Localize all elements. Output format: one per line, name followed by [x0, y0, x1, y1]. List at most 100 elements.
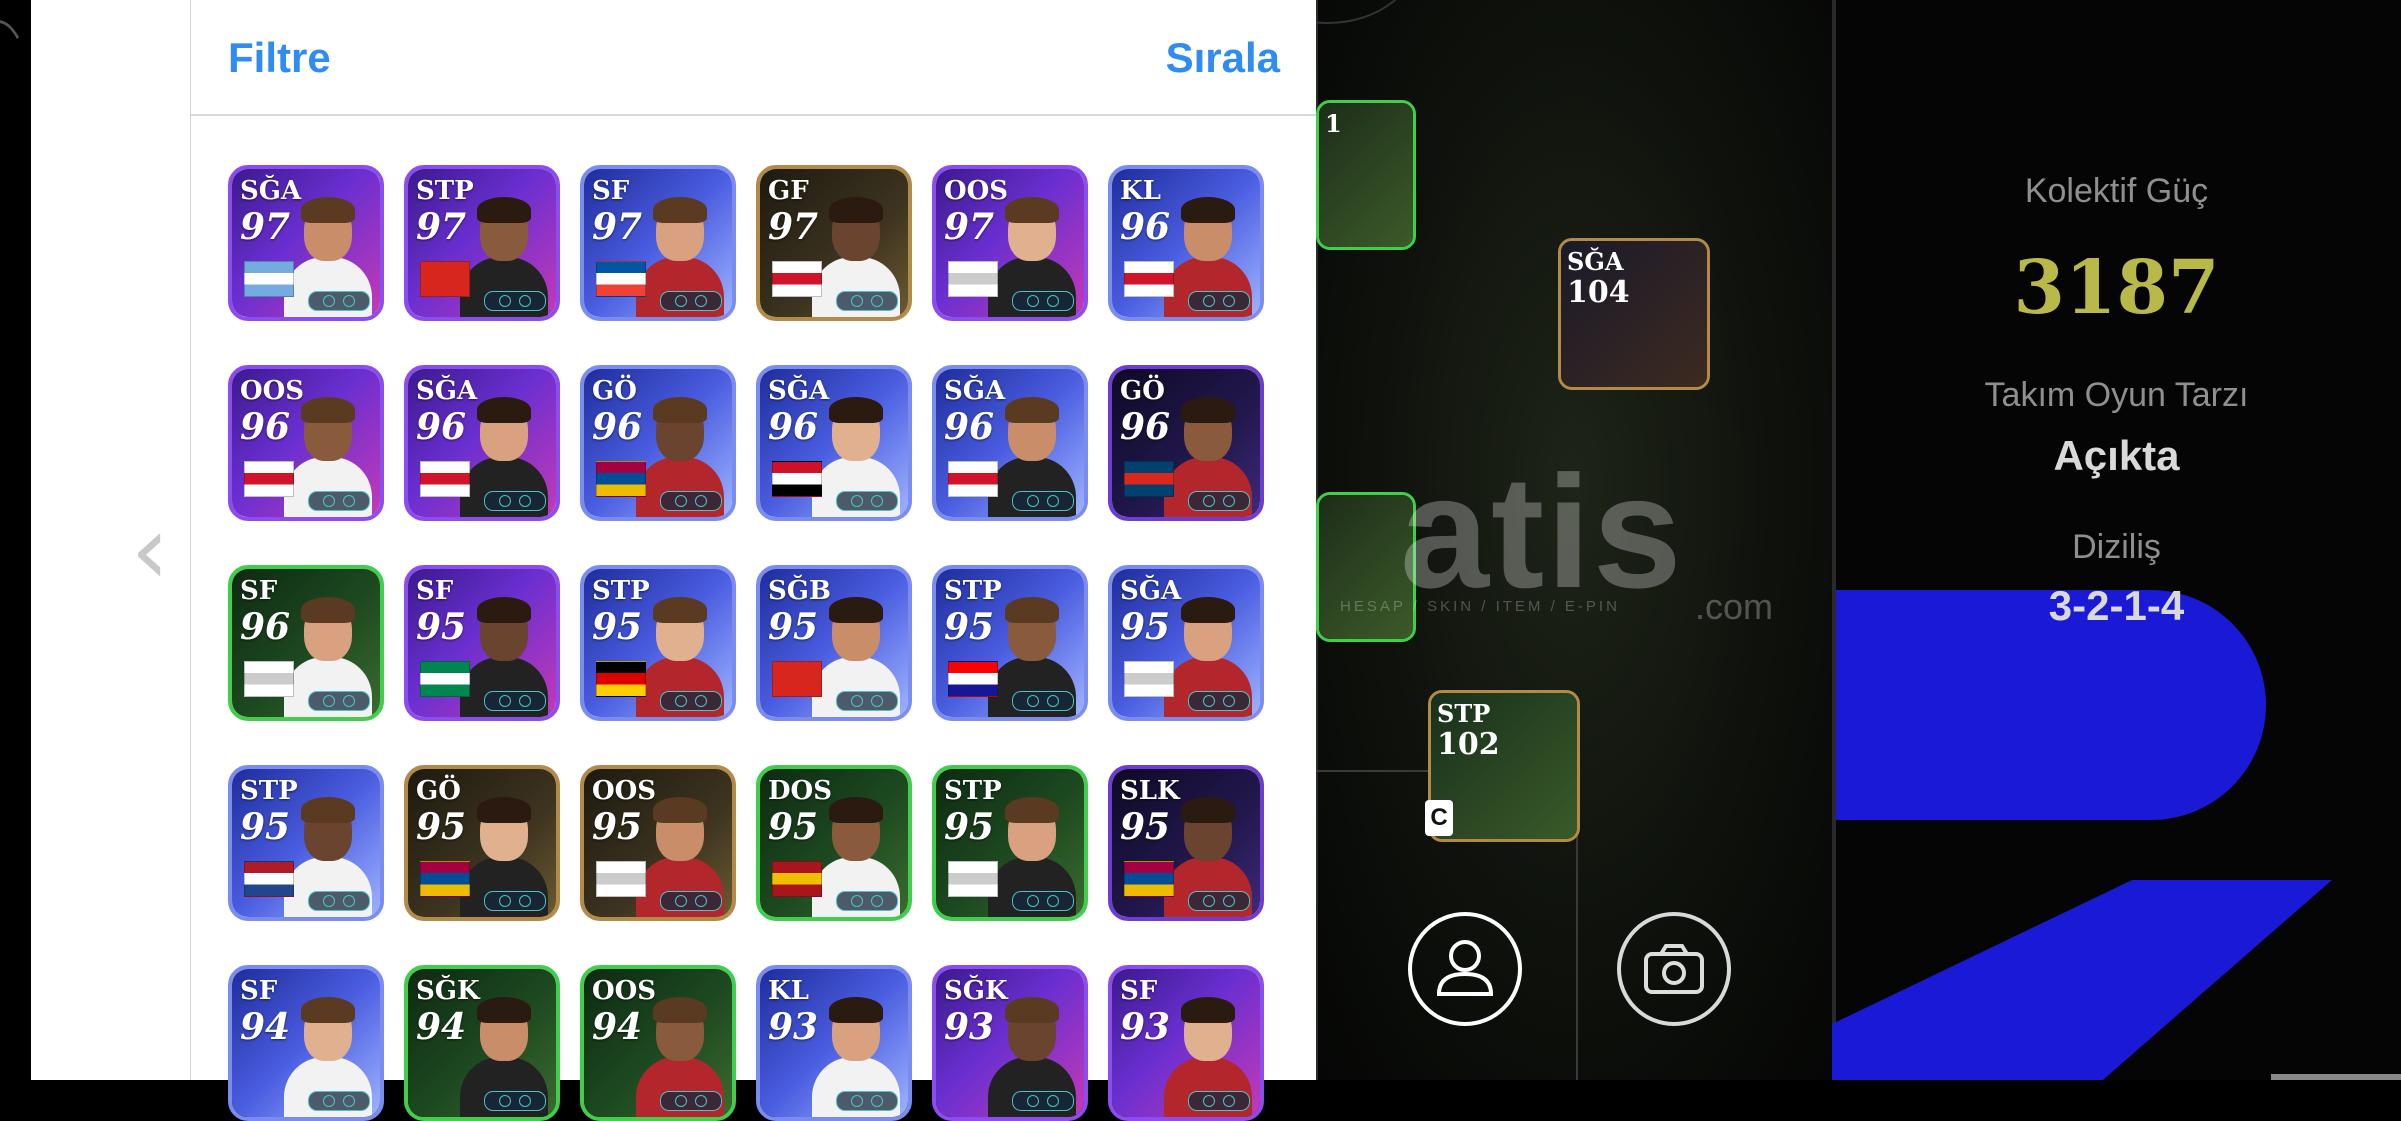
arsenal-flag-icon: [420, 261, 470, 297]
player-card[interactable]: SĞA 95: [1108, 565, 1264, 721]
nigeria-flag-icon: [420, 661, 470, 697]
card-position: GF: [768, 176, 809, 206]
card-position: KL: [768, 976, 809, 1006]
club-flag-icon: [1124, 661, 1174, 697]
card-skill-indicator: [484, 291, 546, 311]
card-position: SF: [592, 176, 630, 206]
player-card[interactable]: SF 95: [404, 565, 560, 721]
watermark-subtitle: HESAP / SKIN / ITEM / E-PIN: [1340, 598, 1620, 615]
player-card[interactable]: STP 95: [932, 765, 1088, 921]
player-card[interactable]: SF 94: [228, 965, 384, 1121]
player-card[interactable]: KL 96: [1108, 165, 1264, 321]
player-card[interactable]: STP 95: [580, 565, 736, 721]
egypt-flag-icon: [772, 461, 822, 497]
player-card[interactable]: SĞK 93: [932, 965, 1088, 1121]
player-card[interactable]: STP 95: [228, 765, 384, 921]
card-skill-indicator: [484, 1091, 546, 1111]
card-skill-indicator: [1188, 1091, 1250, 1111]
card-position: GÖ: [416, 776, 461, 806]
card-skill-indicator: [1188, 491, 1250, 511]
card-position: SF: [1120, 976, 1158, 1006]
panel-header: Filtre Sırala: [191, 0, 1317, 116]
barcelona-flag-icon: [1124, 861, 1174, 897]
argentina-flag-icon: [244, 261, 294, 297]
player-card[interactable]: STP 95: [932, 565, 1088, 721]
player-card[interactable]: DOS 95: [756, 765, 912, 921]
england-flag-icon: [420, 461, 470, 497]
card-position: SĞK: [416, 976, 480, 1006]
player-card[interactable]: KL 93: [756, 965, 912, 1121]
card-position: STP: [240, 776, 298, 806]
sort-button[interactable]: Sırala: [1166, 34, 1280, 82]
england-flag-icon: [1124, 261, 1174, 297]
card-skill-indicator: [836, 291, 898, 311]
filter-button[interactable]: Filtre: [228, 34, 331, 82]
formation-label: Diziliş: [2072, 528, 2161, 566]
card-skill-indicator: [1012, 291, 1074, 311]
player-card[interactable]: SĞA 96: [404, 365, 560, 521]
player-card[interactable]: SĞB 95: [756, 565, 912, 721]
spain-flag-icon: [772, 861, 822, 897]
player-card[interactable]: SLK 95: [1108, 765, 1264, 921]
camera-button[interactable]: [1617, 912, 1731, 1026]
collective-power-label: Kolektif Güç: [2024, 172, 2209, 210]
pitch-player-card[interactable]: 1: [1316, 100, 1416, 250]
club-flag-icon: [596, 861, 646, 897]
france-flag-icon: [596, 261, 646, 297]
card-position: OOS: [592, 976, 657, 1006]
germany-flag-icon: [596, 661, 646, 697]
card-skill-indicator: [660, 1091, 722, 1111]
player-card[interactable]: SĞA 96: [756, 365, 912, 521]
card-rating: 96: [1120, 406, 1171, 448]
card-position: SĞA: [944, 376, 1006, 406]
card-position: DOS: [768, 776, 832, 806]
player-card[interactable]: GÖ 96: [1108, 365, 1264, 521]
player-card[interactable]: SĞA 97: [228, 165, 384, 321]
card-rating: 95: [1120, 606, 1171, 648]
card-rating: 96: [240, 406, 291, 448]
player-card[interactable]: GÖ 96: [580, 365, 736, 521]
psg-flag-icon: [1124, 461, 1174, 497]
player-card[interactable]: STP 97: [404, 165, 560, 321]
card-skill-indicator: [1188, 291, 1250, 311]
card-rating: 95: [416, 806, 467, 848]
card-skill-indicator: [308, 291, 370, 311]
card-position: SĞA: [768, 376, 830, 406]
card-position: SF: [240, 976, 278, 1006]
player-card[interactable]: SF 97: [580, 165, 736, 321]
card-position: STP: [416, 176, 474, 206]
player-card[interactable]: OOS 95: [580, 765, 736, 921]
card-rating: 95: [944, 806, 995, 848]
card-skill-indicator: [308, 691, 370, 711]
card-skill-indicator: [484, 891, 546, 911]
profile-button[interactable]: [1408, 912, 1522, 1026]
person-icon: [1436, 940, 1494, 996]
barcelona-flag-icon: [420, 861, 470, 897]
card-skill-indicator: [660, 291, 722, 311]
card-position: STP: [592, 576, 650, 606]
player-card[interactable]: SĞK 94: [404, 965, 560, 1121]
card-rating: 102: [1437, 727, 1500, 762]
player-card[interactable]: GÖ 95: [404, 765, 560, 921]
card-rating: 97: [944, 206, 995, 248]
chevron-left-icon[interactable]: ‹: [125, 495, 175, 605]
card-rating: 97: [592, 206, 643, 248]
card-rating: 96: [768, 406, 819, 448]
player-card[interactable]: OOS 94: [580, 965, 736, 1121]
player-card[interactable]: GF 97: [756, 165, 912, 321]
player-card[interactable]: SF 93: [1108, 965, 1264, 1121]
card-rating: 95: [768, 606, 819, 648]
card-rating: 96: [944, 406, 995, 448]
card-rating: 93: [1120, 1006, 1171, 1048]
team-stats-panel: Kolektif Güç 3187 Takım Oyun Tarzı Açıkt…: [1832, 0, 2401, 1080]
home-indicator: [2271, 1074, 2401, 1080]
player-card[interactable]: OOS 97: [932, 165, 1088, 321]
card-position: SLK: [1120, 776, 1180, 806]
pitch-player-card[interactable]: SĞA 104: [1558, 238, 1710, 390]
card-position: SĞA: [416, 376, 478, 406]
pitch-center-circle: [1316, 0, 1420, 24]
player-card[interactable]: OOS 96: [228, 365, 384, 521]
card-rating: 95: [1120, 806, 1171, 848]
player-card[interactable]: SĞA 96: [932, 365, 1088, 521]
player-card[interactable]: SF 96: [228, 565, 384, 721]
